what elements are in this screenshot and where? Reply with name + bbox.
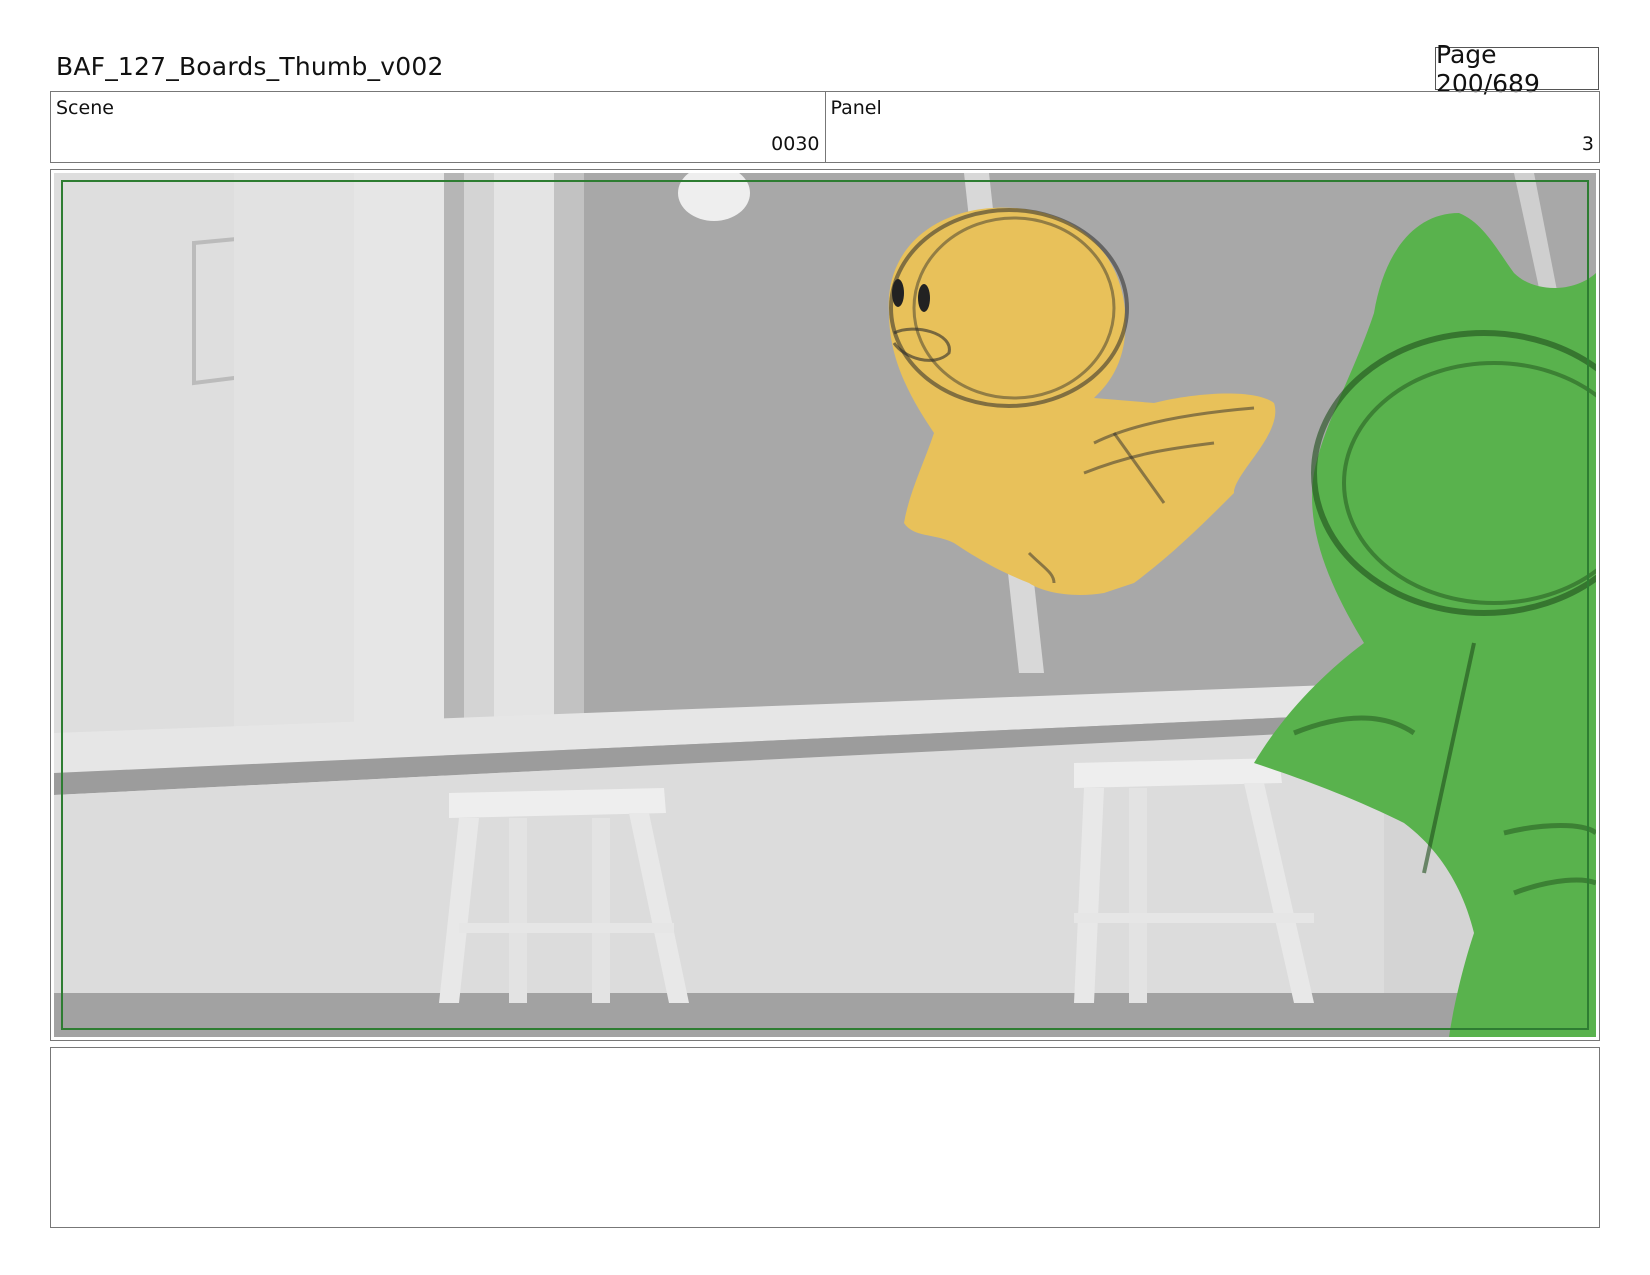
panel-cell: Panel 3 (824, 92, 1600, 162)
page-number-box: Page 200/689 (1435, 40, 1599, 98)
notes-text (51, 1048, 1599, 1064)
scene-value: 0030 (771, 133, 820, 155)
notes-box (50, 1047, 1600, 1228)
panel-label: Panel (830, 97, 882, 119)
storyboard-panel-image (54, 173, 1596, 1037)
scene-panel-info-row: Scene 0030 Panel 3 (50, 91, 1600, 163)
scene-cell: Scene 0030 (51, 92, 825, 162)
document-title: BAF_127_Boards_Thumb_v002 (56, 52, 444, 81)
storyboard-frame (50, 169, 1600, 1041)
scene-label: Scene (56, 97, 114, 119)
page-number: Page 200/689 (1436, 39, 1540, 98)
panel-value: 3 (1581, 133, 1594, 155)
